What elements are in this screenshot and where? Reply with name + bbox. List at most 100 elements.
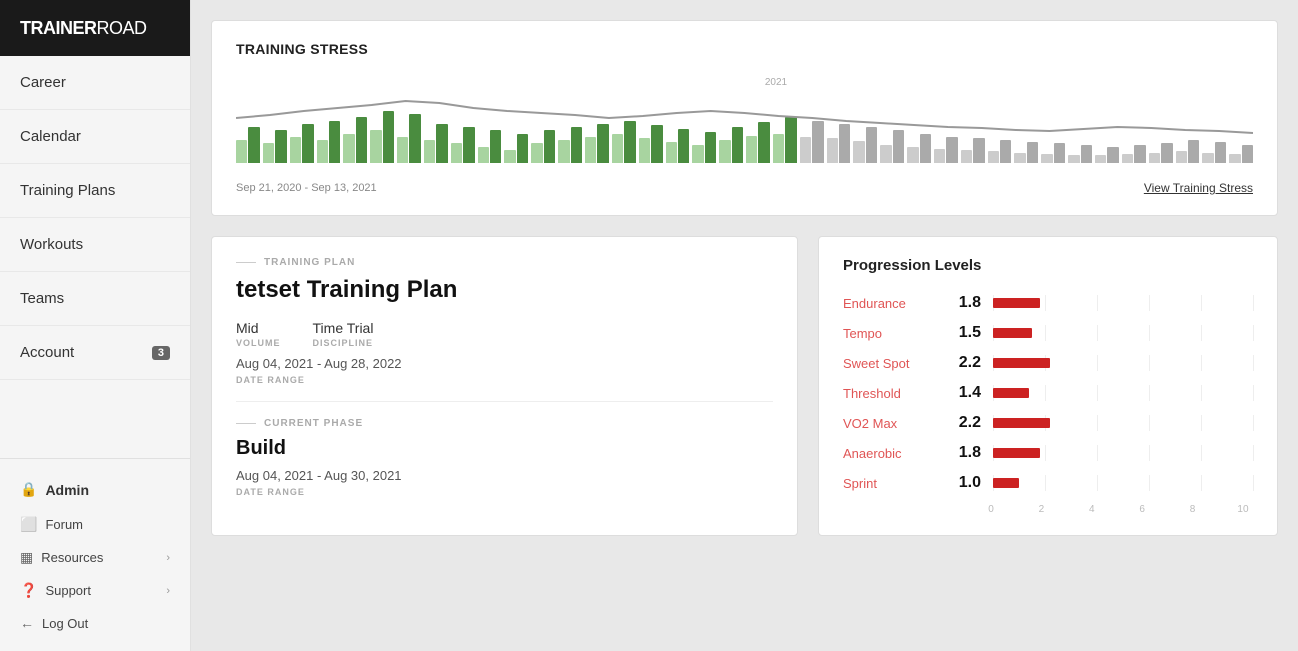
sidebar-item-training-plans[interactable]: Training Plans xyxy=(0,164,190,218)
bar-dark xyxy=(920,134,931,163)
bar-light xyxy=(1176,151,1187,163)
bar-group xyxy=(370,111,394,163)
grid-line xyxy=(1045,325,1046,341)
training-stress-title: Training Stress xyxy=(236,41,1253,57)
bar-dark xyxy=(544,130,555,163)
prog-label[interactable]: VO2 Max xyxy=(843,416,933,431)
grid-line xyxy=(1253,355,1254,371)
prog-bar-fill xyxy=(993,388,1029,398)
logo-text: TRAINERROAD xyxy=(20,18,147,39)
prog-label[interactable]: Endurance xyxy=(843,296,933,311)
bar-group xyxy=(531,130,555,163)
bar-group xyxy=(773,117,797,163)
grid-line xyxy=(1149,325,1150,341)
resources-item[interactable]: ▦ Resources › xyxy=(20,541,170,574)
progression-row: Endurance1.8 xyxy=(843,294,1253,312)
discipline-value: Time Trial xyxy=(313,320,374,336)
sidebar-item-label: Training Plans xyxy=(20,182,115,199)
support-icon: ❓ xyxy=(20,582,37,599)
resources-icon: ▦ xyxy=(20,549,33,566)
grid-line xyxy=(1201,355,1202,371)
progression-levels-card: Progression Levels Endurance1.8Tempo1.5S… xyxy=(818,236,1278,536)
bar-dark xyxy=(1027,142,1038,163)
support-item[interactable]: ❓ Support › xyxy=(20,574,170,607)
grid-line xyxy=(1201,445,1202,461)
plan-date-range: Aug 04, 2021 - Aug 28, 2022 xyxy=(236,356,773,371)
bar-light xyxy=(827,138,838,163)
bar-dark xyxy=(1000,140,1011,163)
prog-axis: 0 2 4 6 8 10 xyxy=(843,504,1253,515)
prog-label[interactable]: Sprint xyxy=(843,476,933,491)
bar-light xyxy=(1202,153,1213,163)
bar-light xyxy=(853,141,864,163)
bar-group xyxy=(1014,142,1038,163)
sidebar-item-workouts[interactable]: Workouts xyxy=(0,218,190,272)
axis-label-2: 2 xyxy=(1031,504,1051,515)
progression-row: Sweet Spot2.2 xyxy=(843,354,1253,372)
prog-bar-fill xyxy=(993,328,1032,338)
bar-group xyxy=(1095,147,1119,163)
prog-label[interactable]: Anaerobic xyxy=(843,446,933,461)
prog-bar-container xyxy=(993,355,1253,371)
bar-light xyxy=(317,140,328,163)
prog-label[interactable]: Sweet Spot xyxy=(843,356,933,371)
prog-value: 1.0 xyxy=(945,474,981,492)
sidebar-bottom: 🔒 Admin ⬜ Forum ▦ Resources › ❓ Support … xyxy=(0,458,190,651)
bar-group xyxy=(504,134,528,163)
admin-item[interactable]: 🔒 Admin xyxy=(20,471,170,508)
date-range-label: DATE RANGE xyxy=(236,375,773,385)
discipline-group: Time Trial DISCIPLINE xyxy=(313,320,374,348)
grid-line xyxy=(1097,385,1098,401)
bar-group xyxy=(1202,142,1226,163)
logo: TRAINERROAD xyxy=(0,0,190,56)
bar-light xyxy=(236,140,247,163)
prog-label[interactable]: Tempo xyxy=(843,326,933,341)
bar-group xyxy=(880,130,904,163)
sidebar-item-teams[interactable]: Teams xyxy=(0,272,190,326)
progression-row: Sprint 1.0 xyxy=(843,474,1253,492)
support-label: Support xyxy=(45,583,91,598)
grid-line xyxy=(1045,385,1046,401)
bar-light xyxy=(1068,155,1079,164)
grid-line xyxy=(1149,475,1150,491)
view-training-stress-link[interactable]: View Training Stress xyxy=(1144,181,1253,195)
forum-item[interactable]: ⬜ Forum xyxy=(20,508,170,541)
volume-group: Mid VOLUME xyxy=(236,320,281,348)
prog-bar-container xyxy=(993,325,1253,341)
sidebar-item-label: Calendar xyxy=(20,128,81,145)
bottom-row: TRAINING PLAN tetset Training Plan Mid V… xyxy=(211,236,1278,536)
bar-dark xyxy=(678,129,689,163)
bar-dark xyxy=(732,127,743,163)
bar-light xyxy=(907,147,918,163)
progression-row: Anaerobic1.8 xyxy=(843,444,1253,462)
sidebar-item-label: Career xyxy=(20,74,66,91)
sidebar-item-account[interactable]: Account 3 xyxy=(0,326,190,380)
grid-line xyxy=(1149,295,1150,311)
progression-row: Tempo1.5 xyxy=(843,324,1253,342)
prog-bar-fill xyxy=(993,418,1050,428)
grid-line xyxy=(1149,385,1150,401)
prog-label[interactable]: Threshold xyxy=(843,386,933,401)
bars-container xyxy=(236,73,1253,163)
grid-line xyxy=(1097,415,1098,431)
bar-dark xyxy=(302,124,313,163)
progression-row: VO2 Max2.2 xyxy=(843,414,1253,432)
bar-dark xyxy=(1107,147,1118,163)
logout-item[interactable]: ← Log Out xyxy=(20,607,170,639)
grid-line xyxy=(1097,445,1098,461)
bar-light xyxy=(666,142,677,163)
bar-light xyxy=(451,143,462,163)
sidebar-item-calendar[interactable]: Calendar xyxy=(0,110,190,164)
bar-dark xyxy=(463,127,474,163)
bar-dark xyxy=(839,124,850,163)
bar-dark xyxy=(1161,143,1172,163)
bar-dark xyxy=(705,132,716,163)
bar-light xyxy=(290,137,301,163)
bar-dark xyxy=(893,130,904,163)
grid-line xyxy=(1097,475,1098,491)
sidebar-item-career[interactable]: Career xyxy=(0,56,190,110)
forum-label: Forum xyxy=(45,517,83,532)
grid-line xyxy=(1045,475,1046,491)
bar-light xyxy=(1122,154,1133,163)
bar-group xyxy=(934,137,958,163)
